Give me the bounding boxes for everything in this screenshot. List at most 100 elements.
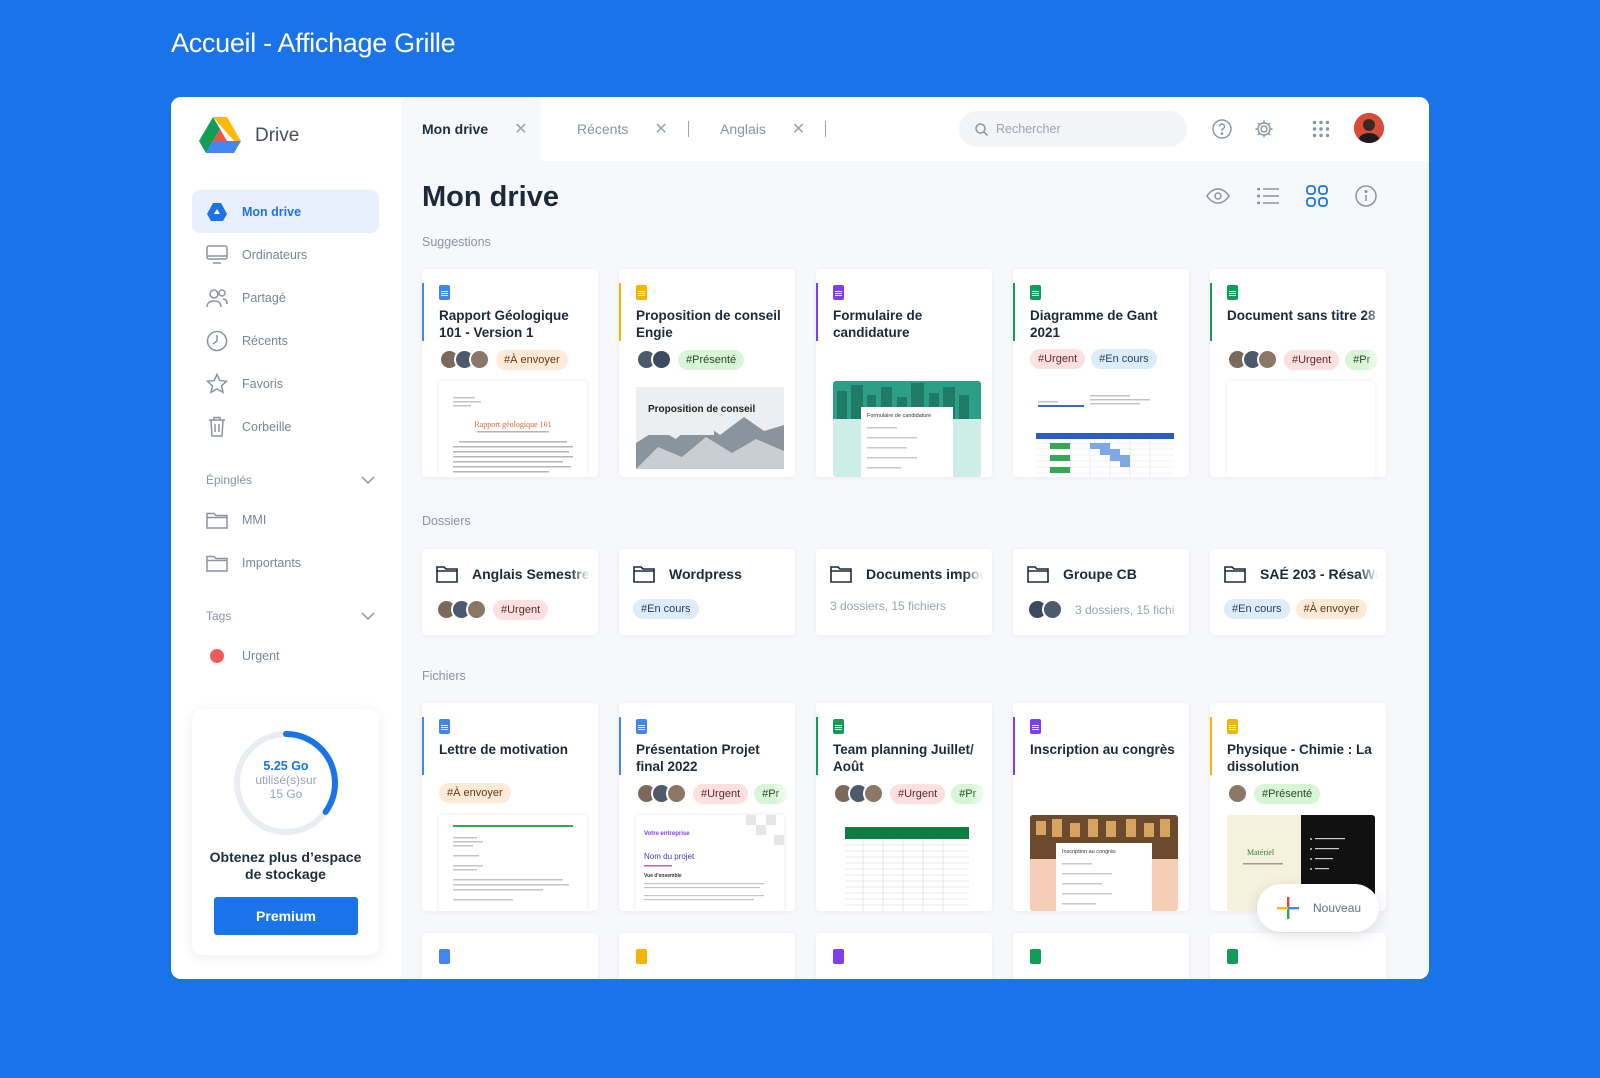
tag-chip[interactable]: #À envoyer bbox=[1295, 599, 1368, 619]
sidebar-item-corbeille[interactable]: Corbeille bbox=[192, 405, 379, 448]
search-input[interactable] bbox=[996, 122, 1176, 136]
tag-chip[interactable]: #Urgent bbox=[1284, 349, 1340, 370]
premium-button[interactable]: Premium bbox=[214, 897, 358, 935]
tag-chip[interactable]: #En cours bbox=[1224, 599, 1290, 619]
suggestion-card[interactable]: Proposition de conseil Engie #Présenté P… bbox=[619, 269, 795, 477]
file-card[interactable] bbox=[1210, 933, 1386, 979]
search-bar[interactable] bbox=[959, 111, 1187, 147]
preview-title: Inscription au congrès bbox=[1062, 849, 1116, 855]
suggestion-card[interactable]: Formulaire de candidature Formulaire de … bbox=[816, 269, 992, 477]
tag-chip[interactable]: #Urgent bbox=[1030, 349, 1086, 369]
apps-grid-icon[interactable] bbox=[1310, 118, 1332, 140]
drive-icon bbox=[206, 201, 228, 223]
people-icon bbox=[206, 287, 228, 309]
tab-mon-drive[interactable]: Mon drive ✕ bbox=[401, 97, 541, 161]
pinned-item-importants[interactable]: Importants bbox=[192, 541, 379, 584]
folder-card[interactable]: Wordpress #En cours bbox=[619, 549, 795, 635]
file-card[interactable] bbox=[422, 933, 598, 979]
file-card[interactable] bbox=[619, 933, 795, 979]
suggestion-card[interactable]: Diagramme de Gant 2021 #Urgent #En cours bbox=[1013, 269, 1189, 477]
file-title: Inscription au congrès bbox=[1030, 742, 1175, 757]
tag-chip[interactable]: #En cours bbox=[633, 599, 699, 619]
tag-chip[interactable]: #Présenté bbox=[1254, 783, 1321, 804]
suggestions-label: Suggestions bbox=[422, 235, 491, 249]
file-preview: Formulaire de candidature bbox=[833, 381, 981, 477]
sidebar-item-partage[interactable]: Partagé bbox=[192, 276, 379, 319]
file-meta: #Urgent #Pr bbox=[833, 783, 990, 804]
tag-chip[interactable]: #Urgent bbox=[890, 783, 946, 804]
tag-item-label: Urgent bbox=[242, 648, 280, 663]
sidebar-item-label: Récents bbox=[242, 333, 288, 348]
close-icon[interactable]: ✕ bbox=[792, 119, 805, 139]
list-view-icon[interactable] bbox=[1254, 182, 1282, 210]
folder-icon bbox=[1224, 566, 1246, 583]
preview-line: Votre entreprise bbox=[644, 831, 690, 837]
close-icon[interactable]: ✕ bbox=[514, 119, 527, 139]
sidebar-item-favoris[interactable]: Favoris bbox=[192, 362, 379, 405]
sidebar-item-mon-drive[interactable]: Mon drive bbox=[192, 190, 379, 233]
file-card[interactable] bbox=[816, 933, 992, 979]
file-card[interactable]: Lettre de motivation #À envoyer bbox=[422, 703, 598, 911]
tags-section-toggle[interactable]: Tags bbox=[192, 598, 379, 634]
folder-card[interactable]: Documents import 3 dossiers, 15 fichiers bbox=[816, 549, 992, 635]
pinned-item-mmi[interactable]: MMI bbox=[192, 498, 379, 541]
folder-icon bbox=[830, 566, 852, 583]
file-title: Formulaire de candidature bbox=[833, 308, 923, 340]
collaborator-avatars bbox=[1227, 349, 1278, 370]
brand[interactable]: Drive bbox=[199, 117, 299, 155]
grid-view-icon[interactable] bbox=[1303, 182, 1331, 210]
folder-card[interactable]: SAÉ 203 - RésaWe #En cours #À envoyer bbox=[1210, 549, 1386, 635]
file-card[interactable]: Inscription au congrès Inscription au co… bbox=[1013, 703, 1189, 911]
close-icon[interactable]: ✕ bbox=[654, 119, 667, 139]
tag-chip[interactable]: #Présenté bbox=[678, 349, 745, 370]
pinned-section-toggle[interactable]: Épinglés bbox=[192, 462, 379, 498]
sidebar-item-ordinateurs[interactable]: Ordinateurs bbox=[192, 233, 379, 276]
eye-icon[interactable] bbox=[1204, 182, 1232, 210]
tab-recents[interactable]: Récents ✕ bbox=[577, 97, 689, 161]
forms-icon bbox=[833, 949, 844, 964]
slides-icon bbox=[1227, 719, 1238, 734]
file-card[interactable]: Team planning Juillet/ Août #Urgent #Pr bbox=[816, 703, 992, 911]
sidebar-item-label: Favoris bbox=[242, 376, 283, 391]
tag-chip[interactable]: #Urgent bbox=[493, 599, 549, 620]
sidebar-item-recents[interactable]: Récents bbox=[192, 319, 379, 362]
tab-separator bbox=[825, 121, 827, 137]
top-bar: Mon drive ✕ Récents ✕ Anglais ✕ bbox=[401, 97, 1429, 161]
suggestion-card[interactable]: Document sans titre 28 #Urgent #Pr bbox=[1210, 269, 1386, 477]
user-avatar[interactable] bbox=[1354, 113, 1384, 143]
file-type-bar bbox=[1210, 283, 1212, 341]
file-title: Diagramme de Gant 2021 bbox=[1030, 308, 1158, 340]
file-card[interactable] bbox=[1013, 933, 1189, 979]
folder-name: Documents import bbox=[866, 566, 984, 582]
tag-chip[interactable]: #En cours bbox=[1091, 349, 1157, 369]
file-meta: #Présenté bbox=[636, 349, 750, 370]
drive-logo bbox=[199, 117, 241, 153]
file-type-bar bbox=[422, 283, 424, 341]
collaborator-avatars bbox=[833, 783, 884, 804]
tab-anglais[interactable]: Anglais ✕ bbox=[720, 97, 827, 161]
suggestion-card[interactable]: Rapport Géologique 101 - Version 1 #À en… bbox=[422, 269, 598, 477]
tag-chip[interactable]: #À envoyer bbox=[496, 349, 568, 370]
chevron-down-icon bbox=[361, 612, 375, 620]
preview-title: Formulaire de candidature bbox=[867, 413, 931, 419]
sidebar-nav: Mon drive Ordinateurs Partagé Récents Fa… bbox=[192, 190, 379, 677]
folder-card[interactable]: Anglais Semestre #Urgent bbox=[422, 549, 598, 635]
file-title: Physique - Chimie : La dissolution bbox=[1227, 742, 1372, 774]
tag-chip[interactable]: #Urgent bbox=[693, 783, 749, 804]
tag-chip[interactable]: #À envoyer bbox=[439, 783, 511, 803]
new-button[interactable]: Nouveau bbox=[1257, 884, 1379, 932]
preview-line: Vue d'ensemble bbox=[644, 873, 682, 879]
help-icon[interactable] bbox=[1211, 118, 1233, 140]
collaborator-avatars bbox=[1227, 783, 1248, 804]
tag-item-urgent[interactable]: Urgent bbox=[192, 634, 379, 677]
gear-icon[interactable] bbox=[1253, 118, 1275, 140]
file-type-bar bbox=[816, 717, 818, 775]
chevron-down-icon bbox=[361, 476, 375, 484]
file-card[interactable]: Physique - Chimie : La dissolution #Prés… bbox=[1210, 703, 1386, 911]
info-icon[interactable] bbox=[1352, 182, 1380, 210]
folder-icon bbox=[206, 509, 228, 531]
tab-label: Récents bbox=[577, 121, 629, 137]
preview-line: Nom du projet bbox=[644, 852, 695, 861]
file-card[interactable]: Présentation Projet final 2022 #Urgent #… bbox=[619, 703, 795, 911]
folder-card[interactable]: Groupe CB 3 dossiers, 15 fichi bbox=[1013, 549, 1189, 635]
